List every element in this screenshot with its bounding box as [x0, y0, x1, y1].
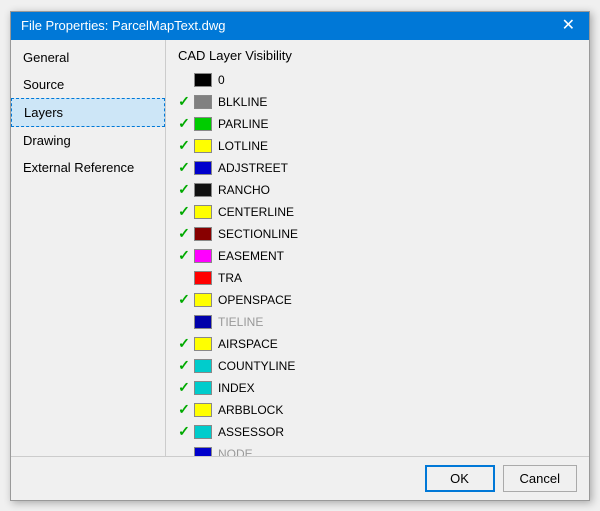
layer-name-label: ASSESSOR — [218, 425, 284, 439]
layer-check-icon: ✓ — [174, 115, 194, 132]
layer-color-swatch — [194, 447, 212, 456]
layer-check-icon: ✓ — [174, 291, 194, 308]
dialog-body: GeneralSourceLayersDrawingExternal Refer… — [11, 40, 589, 456]
file-properties-dialog: File Properties: ParcelMapText.dwg ✕ Gen… — [10, 11, 590, 501]
layer-item[interactable]: NODE — [174, 443, 581, 456]
layer-item[interactable]: ✓ ASSESSOR — [174, 421, 581, 443]
layer-check-icon: ✓ — [174, 93, 194, 110]
layer-item[interactable]: ✓ AIRSPACE — [174, 333, 581, 355]
layer-color-swatch — [194, 403, 212, 417]
layer-color-swatch — [194, 227, 212, 241]
layer-check-icon: ✓ — [174, 225, 194, 242]
layer-item[interactable]: ✓ INDEX — [174, 377, 581, 399]
layer-item[interactable]: ✓ ARBBLOCK — [174, 399, 581, 421]
layer-color-swatch — [194, 425, 212, 439]
layer-color-swatch — [194, 205, 212, 219]
dialog-footer: OK Cancel — [11, 456, 589, 500]
sidebar-item-general[interactable]: General — [11, 44, 165, 71]
layer-item[interactable]: ✓ BLKLINE — [174, 91, 581, 113]
layer-color-swatch — [194, 73, 212, 87]
layer-check-icon: ✓ — [174, 335, 194, 352]
layer-item[interactable]: ✓ PARLINE — [174, 113, 581, 135]
layer-name-label: EASEMENT — [218, 249, 284, 263]
layer-name-label: CENTERLINE — [218, 205, 294, 219]
layer-name-label: OPENSPACE — [218, 293, 292, 307]
layer-color-swatch — [194, 95, 212, 109]
layer-check-icon: ✓ — [174, 137, 194, 154]
layer-color-swatch — [194, 337, 212, 351]
layer-color-swatch — [194, 249, 212, 263]
layer-item[interactable]: ✓ COUNTYLINE — [174, 355, 581, 377]
sidebar-item-drawing[interactable]: Drawing — [11, 127, 165, 154]
layer-check-icon: ✓ — [174, 247, 194, 264]
layer-item[interactable]: ✓ RANCHO — [174, 179, 581, 201]
layer-item[interactable]: ✓ CENTERLINE — [174, 201, 581, 223]
layer-item[interactable]: ✓ OPENSPACE — [174, 289, 581, 311]
close-button[interactable]: ✕ — [558, 18, 579, 34]
layer-name-label: LOTLINE — [218, 139, 268, 153]
layer-item[interactable]: TRA — [174, 267, 581, 289]
sidebar-item-layers[interactable]: Layers — [11, 98, 165, 127]
layer-check-icon: ✓ — [174, 379, 194, 396]
layer-color-swatch — [194, 161, 212, 175]
sidebar-item-source[interactable]: Source — [11, 71, 165, 98]
layer-name-label: ARBBLOCK — [218, 403, 283, 417]
main-content: CAD Layer Visibility 0 ✓ BLKLINE ✓ PARLINE ✓ L… — [166, 40, 589, 456]
layer-name-label: PARLINE — [218, 117, 268, 131]
layer-check-icon: ✓ — [174, 401, 194, 418]
layer-name-label: COUNTYLINE — [218, 359, 295, 373]
layer-item[interactable]: TIELINE — [174, 311, 581, 333]
layer-name-label: BLKLINE — [218, 95, 267, 109]
layer-color-swatch — [194, 183, 212, 197]
layer-item[interactable]: ✓ ADJSTREET — [174, 157, 581, 179]
layer-item[interactable]: 0 — [174, 69, 581, 91]
layer-color-swatch — [194, 271, 212, 285]
layer-name-label: RANCHO — [218, 183, 270, 197]
sidebar: GeneralSourceLayersDrawingExternal Refer… — [11, 40, 166, 456]
layer-name-label: NODE — [218, 447, 253, 456]
layer-name-label: TRA — [218, 271, 242, 285]
layer-name-label: TIELINE — [218, 315, 263, 329]
layer-name-label: 0 — [218, 73, 225, 87]
layer-color-swatch — [194, 293, 212, 307]
layer-item[interactable]: ✓ EASEMENT — [174, 245, 581, 267]
layer-name-label: AIRSPACE — [218, 337, 278, 351]
layer-name-label: SECTIONLINE — [218, 227, 298, 241]
layer-name-label: INDEX — [218, 381, 255, 395]
layer-color-swatch — [194, 381, 212, 395]
layer-color-swatch — [194, 117, 212, 131]
layer-check-icon: ✓ — [174, 423, 194, 440]
layer-color-swatch — [194, 139, 212, 153]
layer-check-icon: ✓ — [174, 203, 194, 220]
layer-color-swatch — [194, 359, 212, 373]
title-bar: File Properties: ParcelMapText.dwg ✕ — [11, 12, 589, 40]
layer-color-swatch — [194, 315, 212, 329]
layers-list[interactable]: 0 ✓ BLKLINE ✓ PARLINE ✓ LOTLINE ✓ ADJSTREET ✓ RANC… — [166, 67, 589, 456]
dialog-title: File Properties: ParcelMapText.dwg — [21, 18, 225, 33]
layer-name-label: ADJSTREET — [218, 161, 288, 175]
layer-check-icon: ✓ — [174, 357, 194, 374]
cancel-button[interactable]: Cancel — [503, 465, 577, 492]
ok-button[interactable]: OK — [425, 465, 495, 492]
layer-item[interactable]: ✓ SECTIONLINE — [174, 223, 581, 245]
sidebar-item-external-reference[interactable]: External Reference — [11, 154, 165, 181]
layer-check-icon: ✓ — [174, 159, 194, 176]
layer-item[interactable]: ✓ LOTLINE — [174, 135, 581, 157]
layer-check-icon: ✓ — [174, 181, 194, 198]
content-header: CAD Layer Visibility — [166, 40, 589, 67]
